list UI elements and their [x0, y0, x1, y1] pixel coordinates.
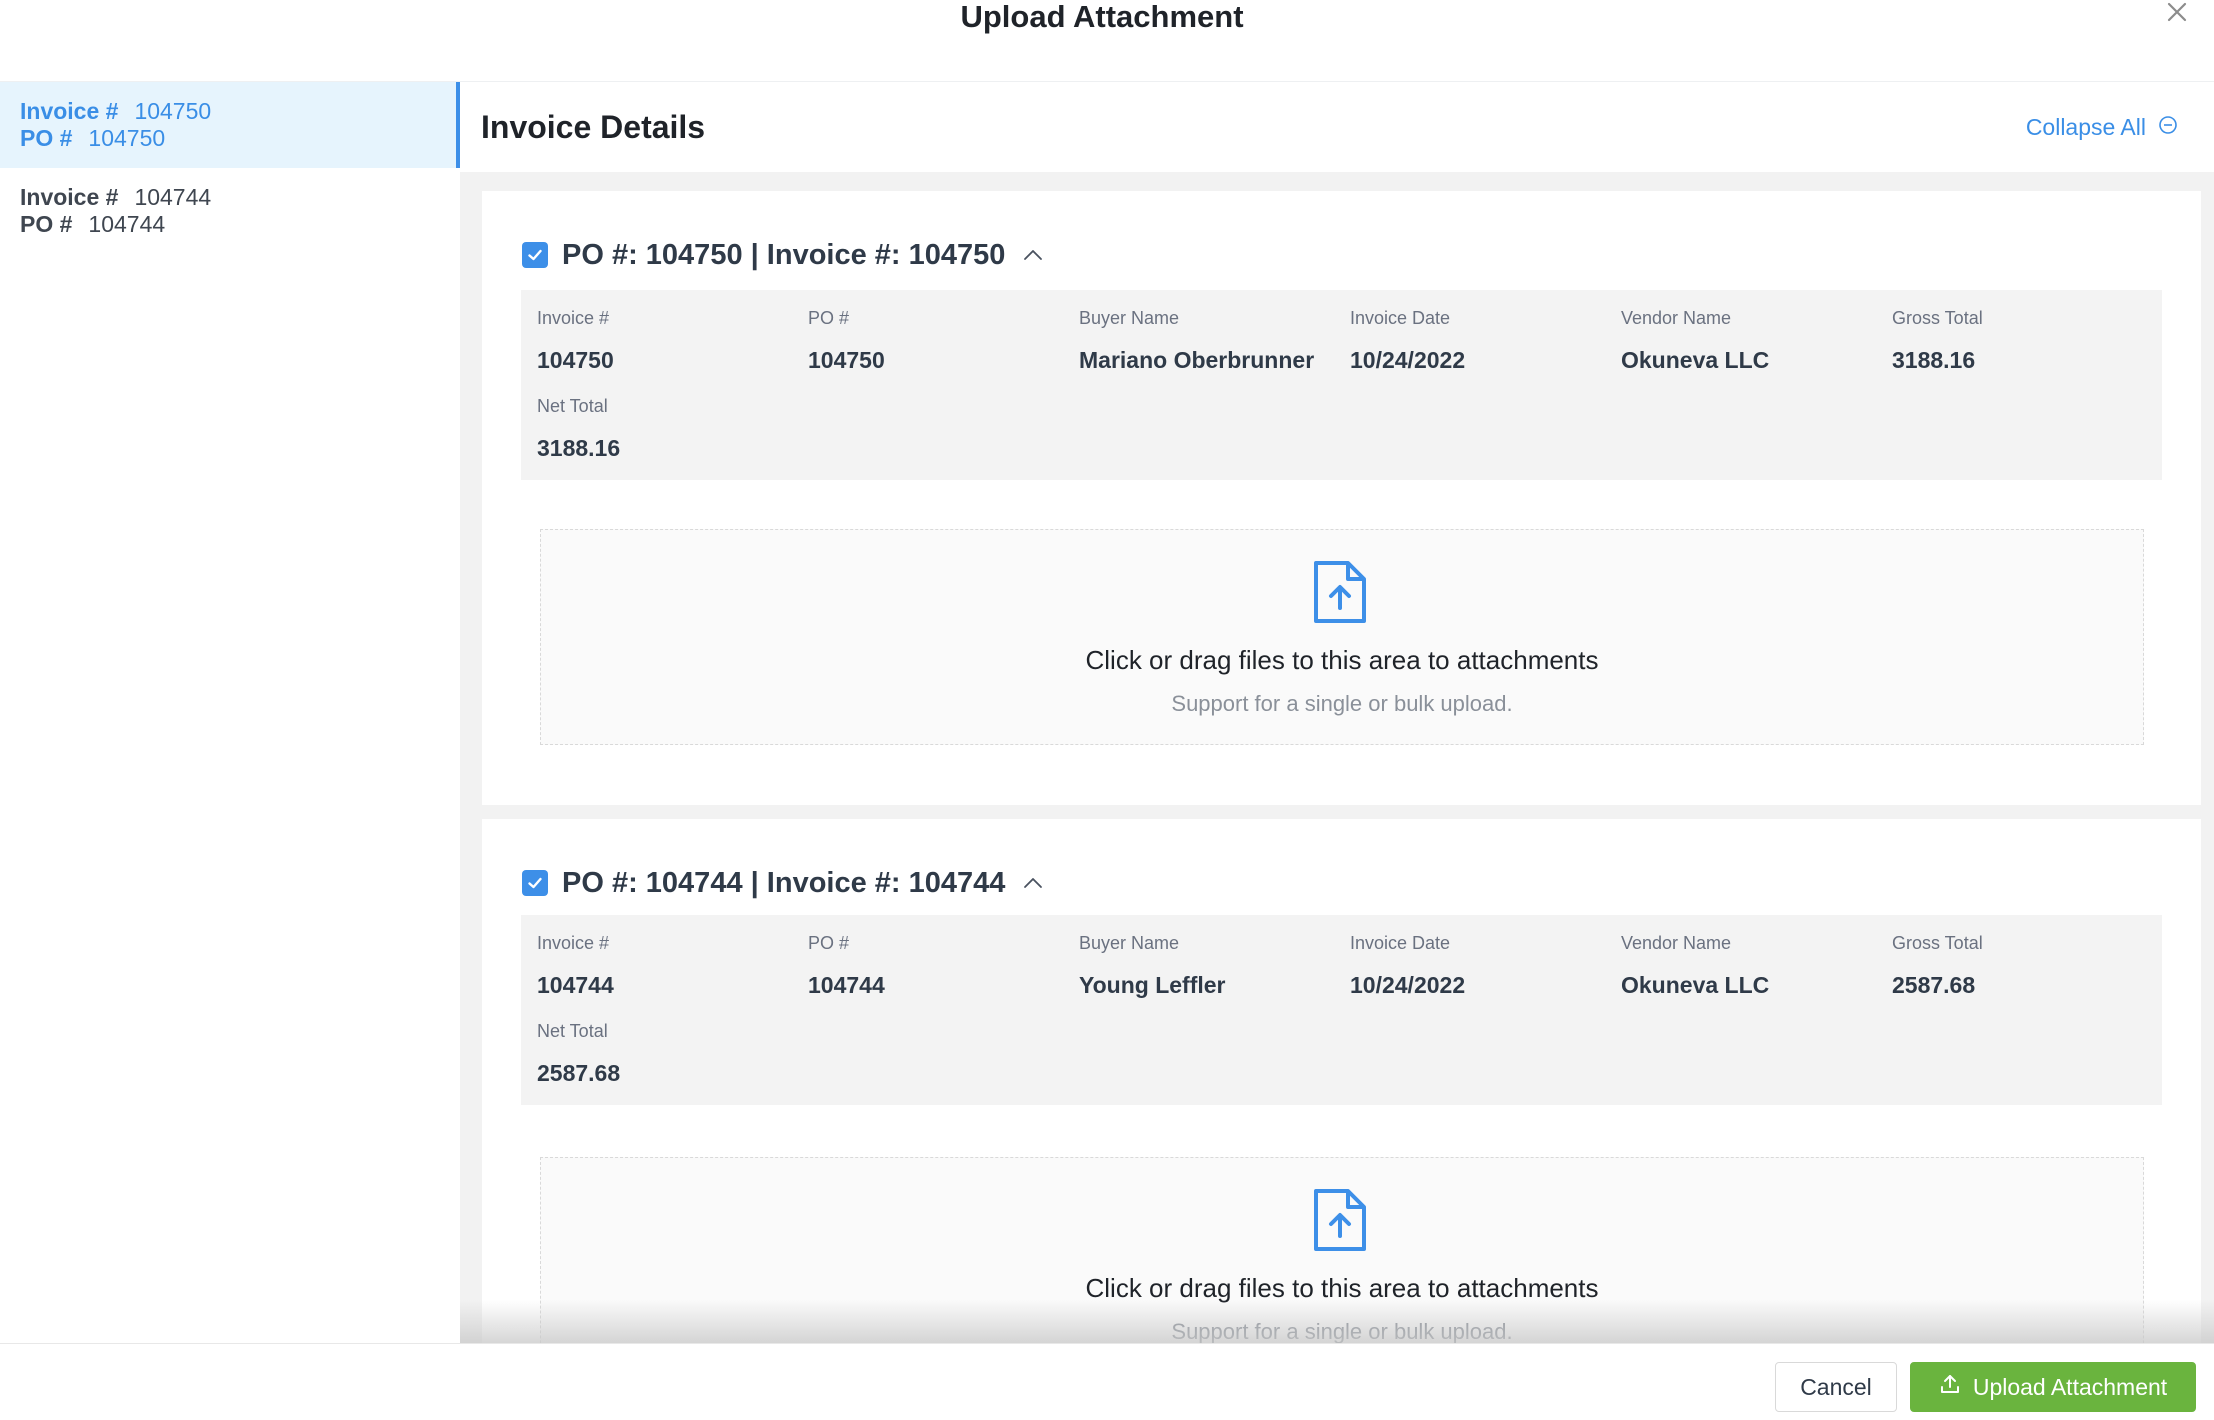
sidebar-invoice-line: Invoice # 104744	[20, 184, 460, 211]
upload-button-label: Upload Attachment	[1972, 1373, 2168, 1400]
dropzone-text: Click or drag files to this area to atta…	[1085, 1273, 1599, 1303]
field-po-number: PO # 104750	[808, 307, 1068, 374]
field-invoice-date: Invoice Date 10/24/2022	[1350, 307, 1610, 374]
sidebar-item-invoice-104750[interactable]: Invoice #104750 PO #104750	[0, 82, 460, 168]
sidebar-invoice-value: 104750	[134, 98, 212, 124]
collapse-all-button[interactable]: Collapse All	[2026, 114, 2178, 141]
field-value: 104744	[537, 972, 614, 998]
sidebar-po-key: PO #	[20, 125, 73, 151]
invoice-details-panel: Invoice Details Collapse All PO #: 10475…	[460, 82, 2214, 1343]
field-value: 104750	[808, 347, 885, 373]
sidebar-po-key: PO #	[20, 211, 73, 237]
close-icon[interactable]	[2163, 0, 2191, 28]
card-title: PO #: 104750 | Invoice #: 104750	[562, 238, 1006, 271]
card-header: PO #: 104750 | Invoice #: 104750	[522, 235, 1045, 275]
field-vendor-name: Vendor Name Okuneva LLC	[1621, 932, 1881, 999]
field-invoice-number: Invoice # 104744	[537, 932, 797, 999]
upload-icon	[1939, 1373, 1961, 1401]
field-po-number: PO # 104744	[808, 932, 1068, 999]
modal-title: Upload Attachment	[960, 0, 1244, 34]
modal-footer: Cancel Upload Attachment	[0, 1343, 2214, 1420]
dropzone-hint: Support for a single or bulk upload.	[1171, 691, 1513, 716]
field-label: Invoice #	[537, 308, 610, 328]
sidebar-invoice-key: Invoice #	[20, 98, 119, 124]
page-title: Invoice Details	[481, 109, 706, 145]
field-label: Net Total	[537, 396, 608, 416]
field-label: Invoice #	[537, 933, 610, 953]
dropzone-hint: Support for a single or bulk upload.	[1171, 1319, 1513, 1343]
field-label: Gross Total	[1892, 933, 1983, 953]
minus-circle-icon	[2158, 114, 2178, 141]
checkmark-icon	[528, 249, 542, 261]
chevron-up-icon[interactable]	[1021, 873, 1045, 893]
field-label: Gross Total	[1892, 308, 1983, 328]
card-title: PO #: 104744 | Invoice #: 104744	[562, 866, 1006, 899]
field-label: Vendor Name	[1621, 308, 1732, 328]
field-invoice-number: Invoice # 104750	[537, 307, 797, 374]
field-value: Young Leffler	[1079, 972, 1226, 998]
field-label: Invoice Date	[1350, 308, 1451, 328]
invoice-info-grid: Invoice # 104750 PO # 104750 Buyer Name …	[521, 290, 2162, 480]
sidebar-invoice-key: Invoice #	[20, 184, 119, 210]
field-value: Okuneva LLC	[1621, 972, 1770, 998]
cancel-button[interactable]: Cancel	[1775, 1362, 1897, 1412]
sidebar-invoice-line: Invoice # 104750	[20, 98, 456, 125]
field-gross-total: Gross Total 2587.68	[1892, 932, 2152, 999]
chevron-up-icon[interactable]	[1021, 245, 1045, 265]
field-label: PO #	[808, 933, 850, 953]
checkmark-icon	[528, 877, 542, 889]
field-invoice-date: Invoice Date 10/24/2022	[1350, 932, 1610, 999]
upload-attachment-button[interactable]: Upload Attachment	[1910, 1362, 2196, 1412]
field-value: 10/24/2022	[1350, 972, 1466, 998]
cancel-button-label: Cancel	[1800, 1373, 1872, 1400]
collapse-all-label: Collapse All	[2025, 114, 2146, 140]
field-value: 104750	[537, 347, 614, 373]
card-checkbox[interactable]	[522, 870, 548, 896]
field-value: 2587.68	[537, 1060, 621, 1086]
field-buyer-name: Buyer Name Mariano Oberbrunner	[1079, 307, 1339, 374]
field-value: 10/24/2022	[1350, 347, 1466, 373]
field-buyer-name: Buyer Name Young Leffler	[1079, 932, 1339, 999]
sidebar-po-value: 104744	[88, 211, 166, 237]
card-header: PO #: 104744 | Invoice #: 104744	[522, 863, 1045, 903]
field-label: PO #	[808, 308, 850, 328]
field-label: Buyer Name	[1079, 308, 1180, 328]
modal-header: Upload Attachment	[0, 0, 2214, 82]
field-gross-total: Gross Total 3188.16	[1892, 307, 2152, 374]
invoice-card: PO #: 104750 | Invoice #: 104750 Invoice…	[482, 191, 2201, 805]
field-label: Net Total	[537, 1021, 608, 1041]
field-label: Buyer Name	[1079, 933, 1180, 953]
invoice-info-grid: Invoice # 104744 PO # 104744 Buyer Name …	[521, 915, 2162, 1105]
file-upload-icon	[1311, 560, 1369, 624]
field-value: Mariano Oberbrunner	[1079, 347, 1315, 373]
sidebar-po-line: PO # 104744	[20, 211, 460, 238]
details-header: Invoice Details Collapse All	[460, 82, 2214, 172]
sidebar-po-line: PO # 104750	[20, 125, 456, 152]
field-value: 3188.16	[1892, 347, 1976, 373]
field-value: 104744	[808, 972, 885, 998]
dropzone-text: Click or drag files to this area to atta…	[1085, 645, 1599, 675]
field-label: Vendor Name	[1621, 933, 1732, 953]
field-value: 3188.16	[537, 435, 621, 461]
field-net-total: Net Total 2587.68	[537, 1020, 797, 1087]
sidebar-invoice-value: 104744	[134, 184, 212, 210]
file-dropzone[interactable]: Click or drag files to this area to atta…	[540, 529, 2144, 745]
field-label: Invoice Date	[1350, 933, 1451, 953]
field-value: Okuneva LLC	[1621, 347, 1770, 373]
invoice-card: PO #: 104744 | Invoice #: 104744 Invoice…	[482, 819, 2201, 1343]
sidebar-item-invoice-104744[interactable]: Invoice #104744 PO #104744	[0, 168, 460, 254]
sidebar-po-value: 104750	[88, 125, 166, 151]
invoice-sidebar: Invoice #104750 PO #104750 Invoice #1047…	[0, 82, 460, 1343]
field-net-total: Net Total 3188.16	[537, 395, 797, 462]
file-upload-icon	[1311, 1188, 1369, 1252]
field-value: 2587.68	[1892, 972, 1976, 998]
file-dropzone[interactable]: Click or drag files to this area to atta…	[540, 1157, 2144, 1343]
field-vendor-name: Vendor Name Okuneva LLC	[1621, 307, 1881, 374]
card-checkbox[interactable]	[522, 242, 548, 268]
